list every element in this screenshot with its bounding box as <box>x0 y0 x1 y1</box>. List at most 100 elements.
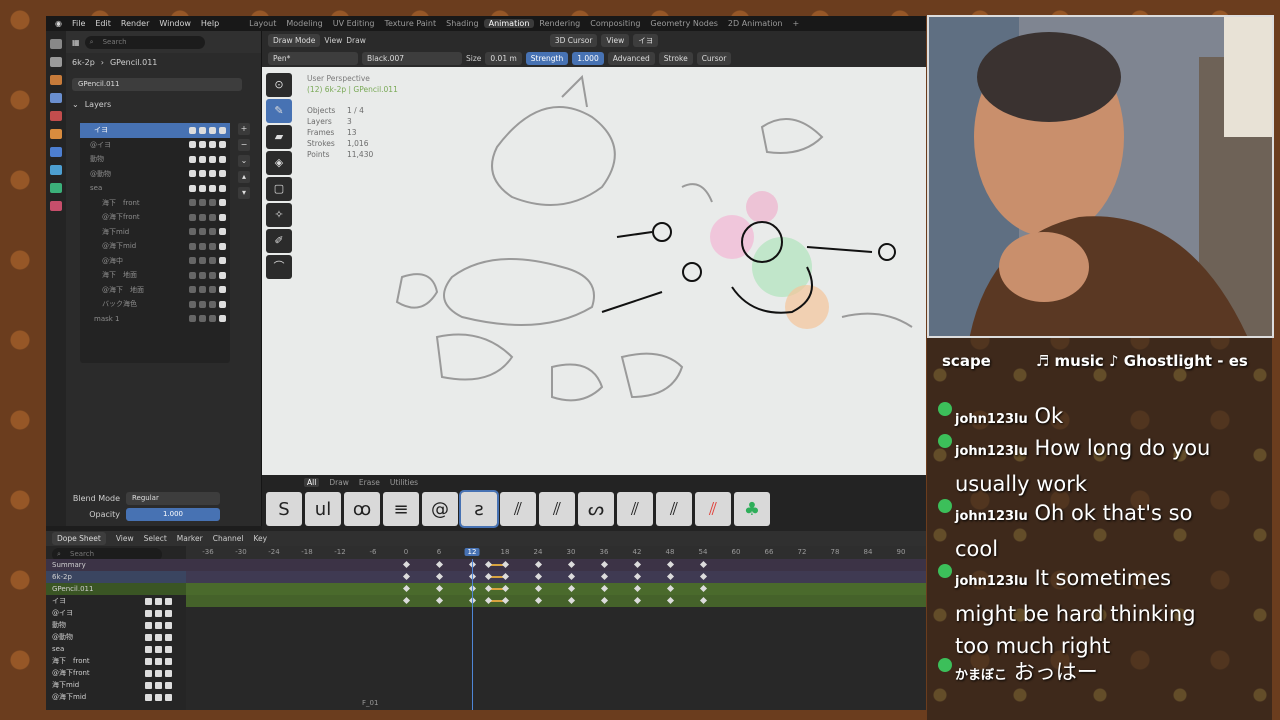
onion-toggle-icon[interactable] <box>199 155 206 163</box>
timeline-ruler[interactable]: -36 -30 -24 -18 -12 -6 0 6 12 18 24 30 36 42 48 54 60 66 7… <box>186 546 926 559</box>
lock-icon[interactable] <box>219 126 226 134</box>
world-tab-icon[interactable] <box>50 111 62 121</box>
keyframe[interactable] <box>633 596 641 605</box>
mask-toggle-icon[interactable] <box>189 170 196 178</box>
workspace-tab-0[interactable]: Layout <box>244 19 281 28</box>
keyframe[interactable] <box>534 584 542 593</box>
material-tab-icon[interactable] <box>50 201 62 211</box>
lock-icon[interactable] <box>219 155 226 163</box>
visibility-eye-icon[interactable] <box>209 257 216 265</box>
keyframe[interactable] <box>534 596 542 605</box>
object-tab-icon[interactable] <box>50 129 62 139</box>
keyframe[interactable] <box>435 572 443 581</box>
curve-tool-icon[interactable]: ⌒ <box>266 255 292 279</box>
properties-search-input[interactable]: ⌕ Search <box>84 35 205 49</box>
keyframe[interactable] <box>633 572 641 581</box>
keyframe-track[interactable] <box>186 559 926 571</box>
visibility-eye-icon[interactable] <box>209 126 216 134</box>
lock-icon[interactable] <box>219 315 226 323</box>
visibility-eye-icon[interactable] <box>209 155 216 163</box>
3d-viewport-canvas[interactable]: ⊙ ✎ ▰ ◈ ▢ ✧ ✐ ⌒ User Perspective (12) 6k… <box>262 67 926 490</box>
keyframe-track[interactable] <box>186 691 926 703</box>
workspace-tab-5[interactable]: Animation <box>483 19 535 28</box>
layer-row[interactable]: @海下front <box>80 210 230 225</box>
brush-thumbnail[interactable]: ƨ <box>459 490 499 528</box>
cursor3d-select[interactable]: 3D Cursor <box>549 33 598 47</box>
visibility-eye-icon[interactable] <box>209 286 216 294</box>
keyframe[interactable] <box>666 584 674 593</box>
channel-row[interactable]: 6k-2p <box>46 571 186 583</box>
mask-toggle-icon[interactable] <box>189 141 196 149</box>
keyframe-track[interactable] <box>186 667 926 679</box>
mask-toggle-icon[interactable] <box>189 155 196 163</box>
onion-toggle-icon[interactable] <box>199 228 206 236</box>
dope-menu[interactable]: Channel <box>213 534 244 543</box>
keyframe-track[interactable] <box>186 631 926 643</box>
data-tab-icon[interactable] <box>50 183 62 193</box>
onion-toggle-icon[interactable] <box>199 300 206 308</box>
marker-label[interactable]: F_01 <box>362 699 378 707</box>
visibility-eye-icon[interactable] <box>209 199 216 207</box>
mask-toggle-icon[interactable] <box>189 184 196 192</box>
brush-thumbnail[interactable]: ⫽ <box>656 492 692 526</box>
layer-row[interactable]: 海下mid <box>80 225 230 240</box>
keyframe[interactable] <box>567 584 575 593</box>
keyframe[interactable] <box>699 572 707 581</box>
mask-toggle-icon[interactable] <box>189 300 196 308</box>
checkbox-icon[interactable] <box>155 681 162 689</box>
keyframe[interactable] <box>402 572 410 581</box>
brush-tab[interactable]: Utilities <box>390 478 418 487</box>
layer-row[interactable]: 動物 <box>80 152 230 167</box>
brush-thumbnail[interactable]: ⫽ <box>695 492 731 526</box>
onion-toggle-icon[interactable] <box>199 184 206 192</box>
layer-row[interactable]: sea <box>80 181 230 196</box>
visibility-eye-icon[interactable] <box>145 693 152 701</box>
opacity-slider[interactable]: 1.000 <box>126 507 220 521</box>
onion-toggle-icon[interactable] <box>199 257 206 265</box>
onion-toggle-icon[interactable] <box>199 170 206 178</box>
keyframe[interactable] <box>666 560 674 569</box>
tint-tool-icon[interactable]: ✧ <box>266 203 292 227</box>
material-select[interactable]: Black.007 <box>362 51 462 65</box>
size-field[interactable]: 0.01 m <box>485 51 522 65</box>
visibility-eye-icon[interactable] <box>209 213 216 221</box>
keyframe[interactable] <box>567 572 575 581</box>
channel-row[interactable]: 海下 front <box>46 655 186 667</box>
keyframe[interactable] <box>600 584 608 593</box>
data-block-field[interactable]: GPencil.011 <box>72 77 242 91</box>
brush-tab[interactable]: Erase <box>359 478 380 487</box>
channel-row[interactable]: Summary <box>46 559 186 571</box>
keyframe-track[interactable] <box>186 679 926 691</box>
erase-tool-icon[interactable]: ▰ <box>266 125 292 149</box>
view-select[interactable]: View <box>601 33 630 47</box>
keyframe[interactable] <box>567 596 575 605</box>
brush-thumbnail[interactable]: @ <box>422 492 458 526</box>
visibility-eye-icon[interactable] <box>209 300 216 308</box>
move-layer-down-button[interactable]: ▾ <box>238 187 250 199</box>
layer-row[interactable]: @海中 <box>80 254 230 269</box>
keyframe-track[interactable] <box>186 571 926 583</box>
dope-menu[interactable]: Select <box>144 534 167 543</box>
playhead[interactable] <box>472 559 473 710</box>
checkbox-icon[interactable] <box>155 633 162 641</box>
keyframe[interactable] <box>633 560 641 569</box>
keyframe[interactable] <box>567 560 575 569</box>
lock-icon[interactable] <box>165 597 172 605</box>
checkbox-icon[interactable] <box>155 645 162 653</box>
visibility-eye-icon[interactable] <box>209 184 216 192</box>
lock-icon[interactable] <box>165 645 172 653</box>
workspace-tab-8[interactable]: Geometry Nodes <box>645 19 722 28</box>
visibility-eye-icon[interactable] <box>145 621 152 629</box>
keyframe[interactable] <box>534 560 542 569</box>
onion-toggle-icon[interactable] <box>199 242 206 250</box>
channel-row[interactable]: @動物 <box>46 631 186 643</box>
lock-icon[interactable] <box>219 199 226 207</box>
fill-tool-icon[interactable]: ◈ <box>266 151 292 175</box>
onion-toggle-icon[interactable] <box>199 199 206 207</box>
workspace-tab-9[interactable]: 2D Animation <box>723 19 788 28</box>
lock-icon[interactable] <box>165 693 172 701</box>
keyframe-track[interactable] <box>186 607 926 619</box>
view-menu[interactable]: View <box>324 36 342 45</box>
keyframe[interactable] <box>435 584 443 593</box>
dope-menu[interactable]: Marker <box>177 534 203 543</box>
